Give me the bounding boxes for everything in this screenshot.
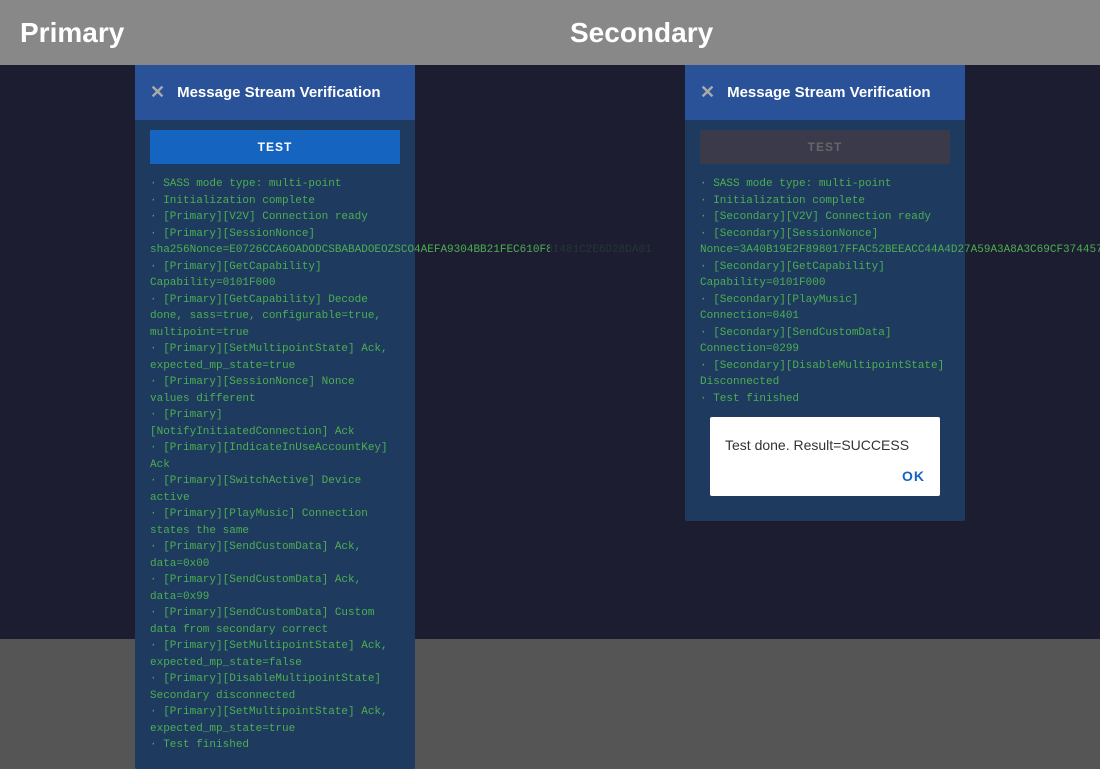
primary-modal: ✕ Message Stream Verification TEST · SAS…: [135, 65, 415, 769]
log-line: · Initialization complete: [150, 193, 400, 210]
log-line: · [Primary][IndicateInUseAccountKey] Ack: [150, 440, 400, 473]
result-dialog: Test done. Result=SUCCESS OK: [710, 417, 940, 496]
log-line: · [Primary][NotifyInitiatedConnection] A…: [150, 407, 400, 440]
secondary-log-area: · SASS mode type: multi-point· Initializ…: [700, 176, 950, 407]
log-line: · [Secondary][PlayMusic] Connection=0401: [700, 292, 950, 325]
primary-modal-overlay: ✕ Message Stream Verification TEST · SAS…: [0, 65, 550, 639]
primary-close-icon[interactable]: ✕: [150, 82, 165, 103]
secondary-label: Secondary: [550, 0, 1100, 65]
log-line: · SASS mode type: multi-point: [700, 176, 950, 193]
log-line: · [Secondary][GetCapability] Capability=…: [700, 259, 950, 292]
log-line: · [Primary][V2V] Connection ready: [150, 209, 400, 226]
result-ok-container: OK: [725, 468, 925, 486]
log-line: · [Primary][SetMultipointState] Ack, exp…: [150, 638, 400, 671]
log-line: · [Primary][GetCapability] Decode done, …: [150, 292, 400, 342]
secondary-modal-body: TEST · SASS mode type: multi-point· Init…: [685, 120, 965, 521]
log-line: · [Secondary][SessionNonce] Nonce=3A40B1…: [700, 226, 950, 259]
primary-log-area: · SASS mode type: multi-point· Initializ…: [150, 176, 400, 754]
primary-modal-body: TEST · SASS mode type: multi-point· Init…: [135, 120, 415, 769]
secondary-content: ✕ Message Stream Verification TEST · SAS…: [550, 65, 1100, 639]
log-line: · [Primary][SendCustomData] Ack, data=0x…: [150, 572, 400, 605]
ok-button[interactable]: OK: [902, 468, 925, 484]
log-line: · [Primary][PlayMusic] Connection states…: [150, 506, 400, 539]
primary-content: ✕ Message Stream Verification TEST · SAS…: [0, 65, 550, 639]
secondary-panel: Secondary ✕ Message Stream Verification …: [550, 0, 1100, 639]
log-line: · Initialization complete: [700, 193, 950, 210]
primary-test-button[interactable]: TEST: [150, 130, 400, 164]
secondary-modal-title: Message Stream Verification: [727, 84, 930, 101]
log-line: · Test finished: [700, 391, 950, 408]
log-line: · [Primary][SwitchActive] Device active: [150, 473, 400, 506]
primary-panel: Primary ✕ Message Stream Verification TE…: [0, 0, 550, 639]
secondary-close-icon[interactable]: ✕: [700, 82, 715, 103]
log-line: · [Primary][SessionNonce] Nonce values d…: [150, 374, 400, 407]
secondary-modal: ✕ Message Stream Verification TEST · SAS…: [685, 65, 965, 521]
log-line: · [Primary][SetMultipointState] Ack, exp…: [150, 704, 400, 737]
primary-modal-title: Message Stream Verification: [177, 84, 380, 101]
log-line: · [Primary][SendCustomData] Ack, data=0x…: [150, 539, 400, 572]
primary-label: Primary: [0, 0, 550, 65]
log-line: · [Primary][SessionNonce] sha256Nonce=E0…: [150, 226, 400, 259]
secondary-modal-header: ✕ Message Stream Verification: [685, 65, 965, 120]
result-message: Test done. Result=SUCCESS: [725, 437, 925, 453]
primary-title: Primary: [20, 17, 124, 49]
log-line: · [Secondary][SendCustomData] Connection…: [700, 325, 950, 358]
primary-modal-header: ✕ Message Stream Verification: [135, 65, 415, 120]
log-line: · [Secondary][V2V] Connection ready: [700, 209, 950, 226]
log-line: · [Primary][GetCapability] Capability=01…: [150, 259, 400, 292]
log-line: · [Primary][SetMultipointState] Ack, exp…: [150, 341, 400, 374]
log-line: · [Primary][DisableMultipointState] Seco…: [150, 671, 400, 704]
log-line: · SASS mode type: multi-point: [150, 176, 400, 193]
log-line: · [Primary][SendCustomData] Custom data …: [150, 605, 400, 638]
log-line: · Test finished: [150, 737, 400, 754]
log-line: · [Secondary][DisableMultipointState] Di…: [700, 358, 950, 391]
secondary-title: Secondary: [570, 17, 713, 49]
secondary-test-button-disabled: TEST: [700, 130, 950, 164]
secondary-modal-overlay: ✕ Message Stream Verification TEST · SAS…: [550, 65, 1100, 639]
